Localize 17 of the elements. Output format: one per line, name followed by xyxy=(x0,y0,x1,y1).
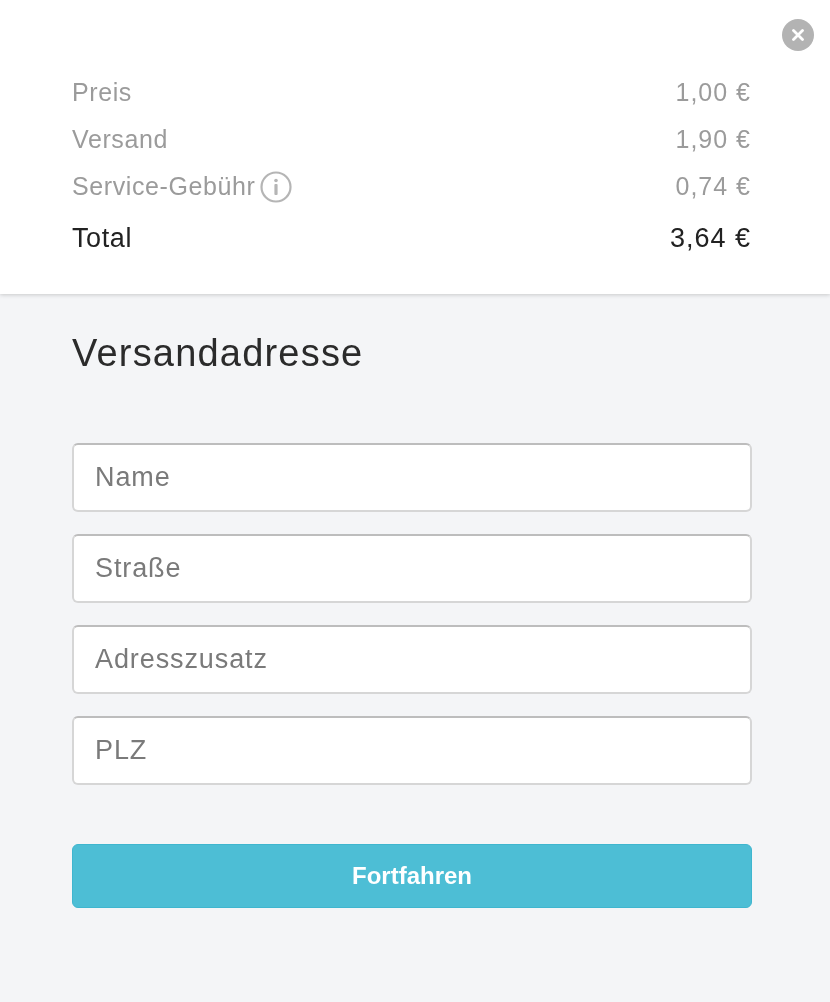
summary-label: Preis xyxy=(72,80,132,105)
summary-label: Versand xyxy=(72,127,168,152)
close-icon xyxy=(792,29,804,41)
close-button[interactable] xyxy=(782,19,814,51)
info-icon[interactable] xyxy=(260,170,293,203)
text-input-field[interactable]: PLZ xyxy=(72,716,752,785)
summary-amount: 1,90 € xyxy=(675,127,751,152)
summary-amount: 0,74 € xyxy=(675,174,751,199)
summary-label: Total xyxy=(72,224,133,252)
section-heading: Versandadresse xyxy=(72,334,365,374)
summary-label: Service-Gebühr xyxy=(72,174,256,199)
summary-amount: 1,00 € xyxy=(675,80,751,105)
text-input-field[interactable]: Straße xyxy=(72,534,752,603)
summary-amount: 3,64 € xyxy=(669,224,751,252)
text-input-field[interactable]: Adresszusatz xyxy=(72,625,752,694)
text-input-field[interactable]: Name xyxy=(72,443,752,512)
continue-button[interactable]: Fortfahren xyxy=(72,844,752,908)
